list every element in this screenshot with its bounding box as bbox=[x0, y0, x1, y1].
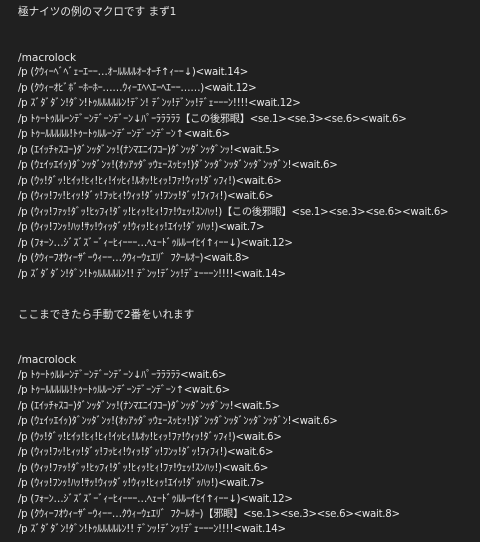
macro-line: /p (ｳｪｲｯｴｲｯ)ﾀﾞﾝｯﾀﾞﾝｯ!(ｵｯｱｯﾀﾞｯｳｪｰｽｯﾋｯ!)ﾀﾞ… bbox=[18, 416, 338, 427]
macro-line: /p (ﾌｫｰﾝ…ｼﾞｽﾞｽﾞｰﾞｨｰﾋｨｰｰｰ…ﾍｪｰﾄﾞｩﾙﾙｰｲﾋｲ↑ｨｰ… bbox=[18, 238, 293, 249]
block1-header: /macrolock bbox=[18, 52, 77, 64]
macro-line: /p ﾄｩｰﾙﾙﾙﾙﾙ!ﾄｩｰﾄｩﾙﾙｰﾝﾃﾞｰﾝﾃﾞｰﾝﾃﾞｰﾝ↑<wait.… bbox=[18, 385, 230, 396]
macro-line: /p (ｳｨｯ!ﾌｧｯ!ﾀﾞｯ!ﾋｯﾌｨ!ﾀﾞｯ!ﾋｨｯ!ﾋｨ!ﾌｧ!ｳｪｯ!ｽ… bbox=[18, 463, 269, 474]
macro-line: /p (ｳｯ!ﾀﾞｯ!ﾋｲｯ!ﾋｨ!ﾋｨ!ｲｯﾋｨ!ﾙｵｯ!ﾋｨｯ!ﾌｧ!ｳｨｯ… bbox=[18, 176, 282, 187]
macro-line: /p (ﾌｫｰﾝ…ｼﾞｽﾞｽﾞｰﾞｨｰﾋｨｰｰｰ…ﾍｪｰﾄﾞｩﾙﾙｰｲﾋｲ↑ｨｰ… bbox=[18, 494, 293, 505]
macro-line: /p ｽﾞﾀﾞﾀﾞﾝ!ﾀﾞﾝ!ﾄｩﾙﾙﾙﾙﾙﾝ!! ﾃﾞﾝｯ!ﾃﾞﾝｯ!ﾃﾞｪｰ… bbox=[18, 269, 286, 280]
macro-line: /p (ｳｨｯ!ﾌｯ!ﾋｨｯ!ﾀﾞｯ!ﾌｯﾋｨ!ｳｨｯ!ﾀﾞｯ!ﾌﾝｯ!ﾀﾞｯ!… bbox=[18, 191, 274, 202]
macro-line: /p ｽﾞﾀﾞﾀﾞﾝ!ﾀﾞﾝ!ﾄｩﾙﾙﾙﾙﾙﾝ!! ﾃﾞﾝｯ!ﾃﾞﾝｯ!ﾃﾞｪｰ… bbox=[18, 524, 286, 535]
macro-line: /p (ｳｪｲｯｴｲｯ)ﾀﾞﾝｯﾀﾞﾝｯ!(ｵｯｱｯﾀﾞｯｳｪｰｽｯﾋｯ!)ﾀﾞ… bbox=[18, 160, 338, 171]
macro-line: /p (ｸｳｨｰﾍﾞﾍﾞｪｰｴｰｰ…ｵｰﾙﾙﾙﾙｵｰｵｰﾁ↑ｨｰｰ↓)<wait… bbox=[18, 67, 249, 78]
macro-line: /p (ｸｳｨｰﾌｵｳｨｰｻﾞｰｳｨｰｰ…ｸｳｨｰｳｪｴﾘ゛ﾌｸｰﾙｵｰ)<wa… bbox=[18, 253, 250, 264]
macro-line: /p ﾄｩｰﾙﾙﾙﾙﾙ!ﾄｩｰﾄｩﾙﾙｰﾝﾃﾞｰﾝﾃﾞｰﾝﾃﾞｰﾝ↑<wait.… bbox=[18, 129, 230, 140]
macro-line: /p (ｳｯ!ﾀﾞｯ!ﾋｲｯ!ﾋｨ!ﾋｨ!ｲｯﾋｨ!ﾙｵｯ!ﾋｨｯ!ﾌｧ!ｳｨｯ… bbox=[18, 432, 282, 443]
macro-text-page: 極ナイツの例のマクロです まず1 /macrolock /p (ｸｳｨｰﾍﾞﾍﾞ… bbox=[0, 0, 480, 542]
macro-line: /p ｽﾞﾀﾞﾀﾞﾝ!ﾀﾞﾝ!ﾄｩﾙﾙﾙﾙﾙﾝ!ﾃﾞﾝ! ﾃﾞﾝｯ!ﾃﾞﾝｯ!ﾃ… bbox=[18, 98, 301, 109]
page-title: 極ナイツの例のマクロです まず1 bbox=[18, 6, 177, 18]
macro-line: /p (ｴｲｯﾁｬｽｺｰ)ﾀﾞﾝｯﾀﾞﾝｯ!(ﾅﾝﾏｴﾆｲﾌｺｰ)ﾀﾞﾝｯﾀﾞﾝ… bbox=[18, 401, 280, 412]
macro-line: /p (ｸｳｨｰｵﾋﾞﾎﾞｰﾎｰﾎｰ……ｳｨｰｴﾍﾍｴｰﾍｴｰｰ……)<wait… bbox=[18, 83, 257, 94]
macro-line: /p (ｳｨｯ!ﾌｯ!ﾋｨｯ!ﾀﾞｯ!ﾌｯﾋｨ!ｳｨｯ!ﾀﾞｯ!ﾌﾝｯ!ﾀﾞｯ!… bbox=[18, 447, 274, 458]
macro-line: /p (ｴｲｯﾁｬｽｺｰ)ﾀﾞﾝｯﾀﾞﾝｯ!(ﾅﾝﾏｴﾆｲﾌｺｰ)ﾀﾞﾝｯﾀﾞﾝ… bbox=[18, 145, 280, 156]
instruction-note: ここまできたら手動で2番をいれます bbox=[18, 309, 195, 321]
macro-line: /p (ｳｨｯ!ﾌﾝｯ!ﾊｯ!ｻｯ!ｳｨｯﾀﾞｯ!ｳｨｯ!ﾋｨｯ!ｴｲｯ!ﾀﾞｯ… bbox=[18, 478, 265, 489]
macro-line: /p ﾄｩｰﾄｩﾙﾙｰﾝﾃﾞｰﾝﾃﾞｰﾝﾃﾞｰﾝ↓ﾊﾟｰﾗﾗﾗﾗﾗ<wait.6… bbox=[18, 370, 227, 381]
macro-line: /p (ｳｨｯ!ﾌﾝｯ!ﾊｯ!ｻｯ!ｳｨｯﾀﾞｯ!ｳｨｯ!ﾋｨｯ!ｴｲｯ!ﾀﾞｯ… bbox=[18, 222, 265, 233]
block2-header: /macrolock bbox=[18, 354, 77, 366]
macro-line: /p (ｸｳｨｰﾌｵｳｨｰｻﾞｰｳｨｰｰ…ｸｳｨｰｳｪｴﾘ゛ﾌｸｰﾙｵｰ)【邪眼… bbox=[18, 509, 400, 520]
macro-line: /p ﾄｩｰﾄｩﾙﾙｰﾝﾃﾞｰﾝﾃﾞｰﾝﾃﾞｰﾝ↓ﾊﾟｰﾗﾗﾗﾗﾗ【この後邪眼】… bbox=[18, 114, 407, 125]
macro-line: /p (ｳｨｯ!ﾌｧｯ!ﾀﾞｯ!ﾋｯﾌｨ!ﾀﾞｯ!ﾋｨｯ!ﾋｨ!ﾌｧ!ｳｪｯ!ｽ… bbox=[18, 207, 449, 218]
